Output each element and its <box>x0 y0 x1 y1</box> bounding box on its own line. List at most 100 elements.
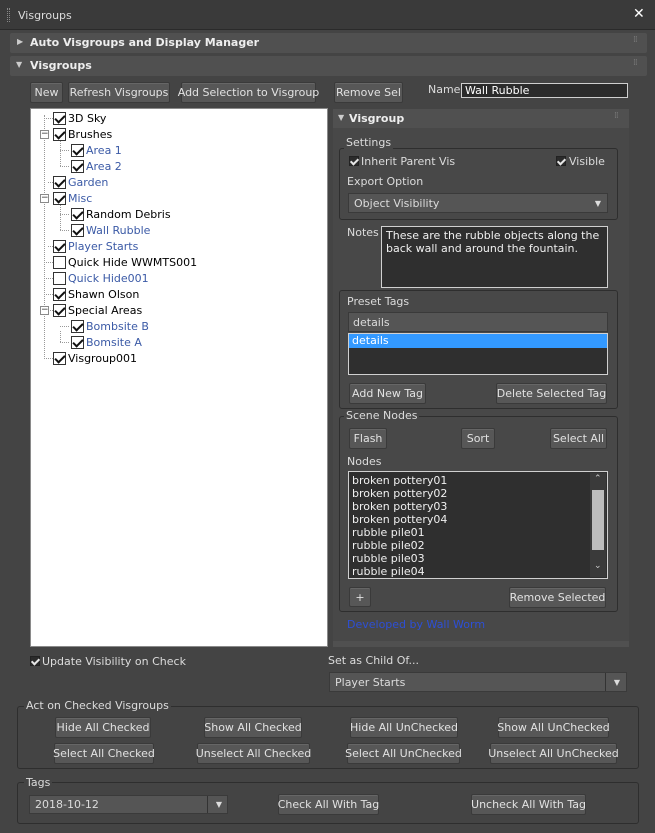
flash-button[interactable]: Flash <box>349 428 387 449</box>
export-option-label: Export Option <box>347 175 424 188</box>
checkbox[interactable] <box>53 303 66 317</box>
scrollbar-thumb[interactable] <box>592 490 604 550</box>
title-bar: Visgroups ✕ <box>0 0 655 30</box>
visgroup-tree[interactable]: − − − 3D Sky Brushes Area 1 Area 2 Garde… <box>30 108 328 647</box>
checkbox[interactable] <box>71 143 84 157</box>
developed-by-link[interactable]: Developed by Wall Worm <box>347 618 485 631</box>
add-selection-button[interactable]: Add Selection to Visgroup <box>178 82 319 103</box>
checkbox[interactable] <box>71 319 84 333</box>
drag-grip-icon[interactable] <box>7 8 10 22</box>
checkbox[interactable] <box>71 335 84 349</box>
preset-tag-field[interactable]: details <box>348 312 608 332</box>
list-item[interactable]: broken pottery04 <box>349 513 607 526</box>
unselect-all-unchecked-button[interactable]: Unselect All UnChecked <box>488 743 619 764</box>
act-on-checked-label: Act on Checked Visgroups <box>24 699 171 712</box>
show-all-checked-button[interactable]: Show All Checked <box>204 717 302 738</box>
tree-item[interactable]: Wall Rubble <box>71 222 150 238</box>
select-all-nodes-button[interactable]: Select All <box>550 428 607 449</box>
list-item-selected[interactable]: details <box>349 334 607 348</box>
tree-item[interactable]: Quick Hide WWMTS001 <box>53 254 197 270</box>
hide-all-unchecked-button[interactable]: Hide All UnChecked <box>350 717 458 738</box>
rollout-auto-visgroups[interactable]: ▶ Auto Visgroups and Display Manager ⁞⁞ <box>10 33 647 53</box>
list-item[interactable]: broken pottery02 <box>349 487 607 500</box>
nodes-scrollbar[interactable]: ⌃ ⌄ <box>590 473 606 577</box>
tree-item[interactable]: Area 1 <box>71 142 122 158</box>
tree-item[interactable]: Visgroup001 <box>53 350 137 366</box>
collapse-toggle-icon[interactable]: − <box>40 306 49 315</box>
remove-sel-button[interactable]: Remove Sel <box>334 82 403 103</box>
name-input[interactable] <box>461 83 628 98</box>
checkbox[interactable] <box>71 159 84 173</box>
tree-item[interactable]: Quick Hide001 <box>53 270 149 286</box>
list-item[interactable]: rubble pile01 <box>349 526 607 539</box>
checkbox[interactable] <box>53 127 66 141</box>
tree-item[interactable]: Bomsite A <box>71 334 142 350</box>
nodes-label: Nodes <box>347 455 382 468</box>
list-item[interactable]: rubble pile04 <box>349 565 607 578</box>
dropdown-separator <box>605 673 606 691</box>
settings-label: Settings <box>344 136 394 149</box>
add-new-tag-button[interactable]: Add New Tag <box>349 383 426 404</box>
checkbox[interactable] <box>53 111 66 125</box>
list-item[interactable]: broken pottery01 <box>349 474 607 487</box>
inherit-parent-vis-checkbox[interactable] <box>349 156 359 166</box>
tree-item[interactable]: Garden <box>53 174 108 190</box>
tree-item[interactable]: Bombsite B <box>71 318 149 334</box>
checkbox[interactable] <box>53 351 66 365</box>
visgroup-rollout-header[interactable]: ▼ Visgroup ⁞⁞ <box>333 109 629 128</box>
checkbox[interactable] <box>71 223 84 237</box>
checkbox[interactable] <box>71 207 84 221</box>
notes-label: Notes <box>347 226 379 239</box>
tree-item[interactable]: Misc <box>53 190 92 206</box>
update-visibility-checkbox[interactable] <box>30 656 40 666</box>
nodes-list[interactable]: broken pottery01 broken pottery02 broken… <box>348 471 608 579</box>
close-icon[interactable]: ✕ <box>633 7 645 21</box>
dropdown-arrow-icon: ▼ <box>613 678 620 687</box>
show-all-unchecked-button[interactable]: Show All UnChecked <box>497 717 610 738</box>
list-item[interactable]: broken pottery03 <box>349 500 607 513</box>
select-all-unchecked-button[interactable]: Select All UnChecked <box>345 743 462 764</box>
collapse-arrow-icon: ▼ <box>16 60 23 69</box>
scroll-down-icon[interactable]: ⌄ <box>594 561 602 571</box>
tree-item[interactable]: Area 2 <box>71 158 122 174</box>
new-button[interactable]: New <box>30 82 63 103</box>
list-item[interactable]: rubble pile03 <box>349 552 607 565</box>
add-node-button[interactable]: + <box>349 587 371 607</box>
dropdown-arrow-icon: ▼ <box>594 199 601 208</box>
notes-textarea[interactable]: These are the rubble objects along the b… <box>381 226 608 288</box>
select-all-checked-button[interactable]: Select All Checked <box>53 743 155 764</box>
tree-item[interactable]: 3D Sky <box>53 110 106 126</box>
name-label: Name <box>428 83 461 96</box>
tree-item[interactable]: Player Starts <box>53 238 138 254</box>
preset-tags-list[interactable]: details <box>348 333 608 375</box>
uncheck-all-with-tag-button[interactable]: Uncheck All With Tag <box>471 794 586 815</box>
checkbox[interactable] <box>53 191 66 205</box>
tag-date-dropdown[interactable]: 2018-10-12 ▼ <box>29 795 228 814</box>
checkbox[interactable] <box>53 175 66 189</box>
tree-item[interactable]: Shawn Olson <box>53 286 139 302</box>
remove-selected-button[interactable]: Remove Selected <box>509 587 606 608</box>
rollout-visgroups[interactable]: ▼ Visgroups ⁞⁞ <box>10 56 647 76</box>
checkbox[interactable] <box>53 255 66 269</box>
list-item[interactable]: rubble pile02 <box>349 539 607 552</box>
sort-button[interactable]: Sort <box>461 428 495 449</box>
checkbox[interactable] <box>53 271 66 285</box>
tree-item[interactable]: Special Areas <box>53 302 142 318</box>
collapse-toggle-icon[interactable]: − <box>40 194 49 203</box>
checkbox[interactable] <box>53 239 66 253</box>
check-all-with-tag-button[interactable]: Check All With Tag <box>278 794 379 815</box>
scroll-up-icon[interactable]: ⌃ <box>594 474 602 484</box>
visible-checkbox[interactable] <box>556 156 566 166</box>
refresh-visgroups-button[interactable]: Refresh Visgroups <box>68 82 170 103</box>
export-option-dropdown[interactable]: Object Visibility ▼ <box>348 193 608 213</box>
preset-tags-label: Preset Tags <box>347 295 410 308</box>
tree-item[interactable]: Random Debris <box>71 206 171 222</box>
set-as-child-dropdown[interactable]: Player Starts ▼ <box>329 672 627 692</box>
delete-selected-tag-button[interactable]: Delete Selected Tag <box>496 383 607 404</box>
collapse-toggle-icon[interactable]: − <box>40 130 49 139</box>
tree-item[interactable]: Brushes <box>53 126 112 142</box>
checkbox[interactable] <box>53 287 66 301</box>
hide-all-checked-button[interactable]: Hide All Checked <box>55 717 151 738</box>
scene-nodes-label: Scene Nodes <box>344 409 420 422</box>
unselect-all-checked-button[interactable]: Unselect All Checked <box>196 743 311 764</box>
